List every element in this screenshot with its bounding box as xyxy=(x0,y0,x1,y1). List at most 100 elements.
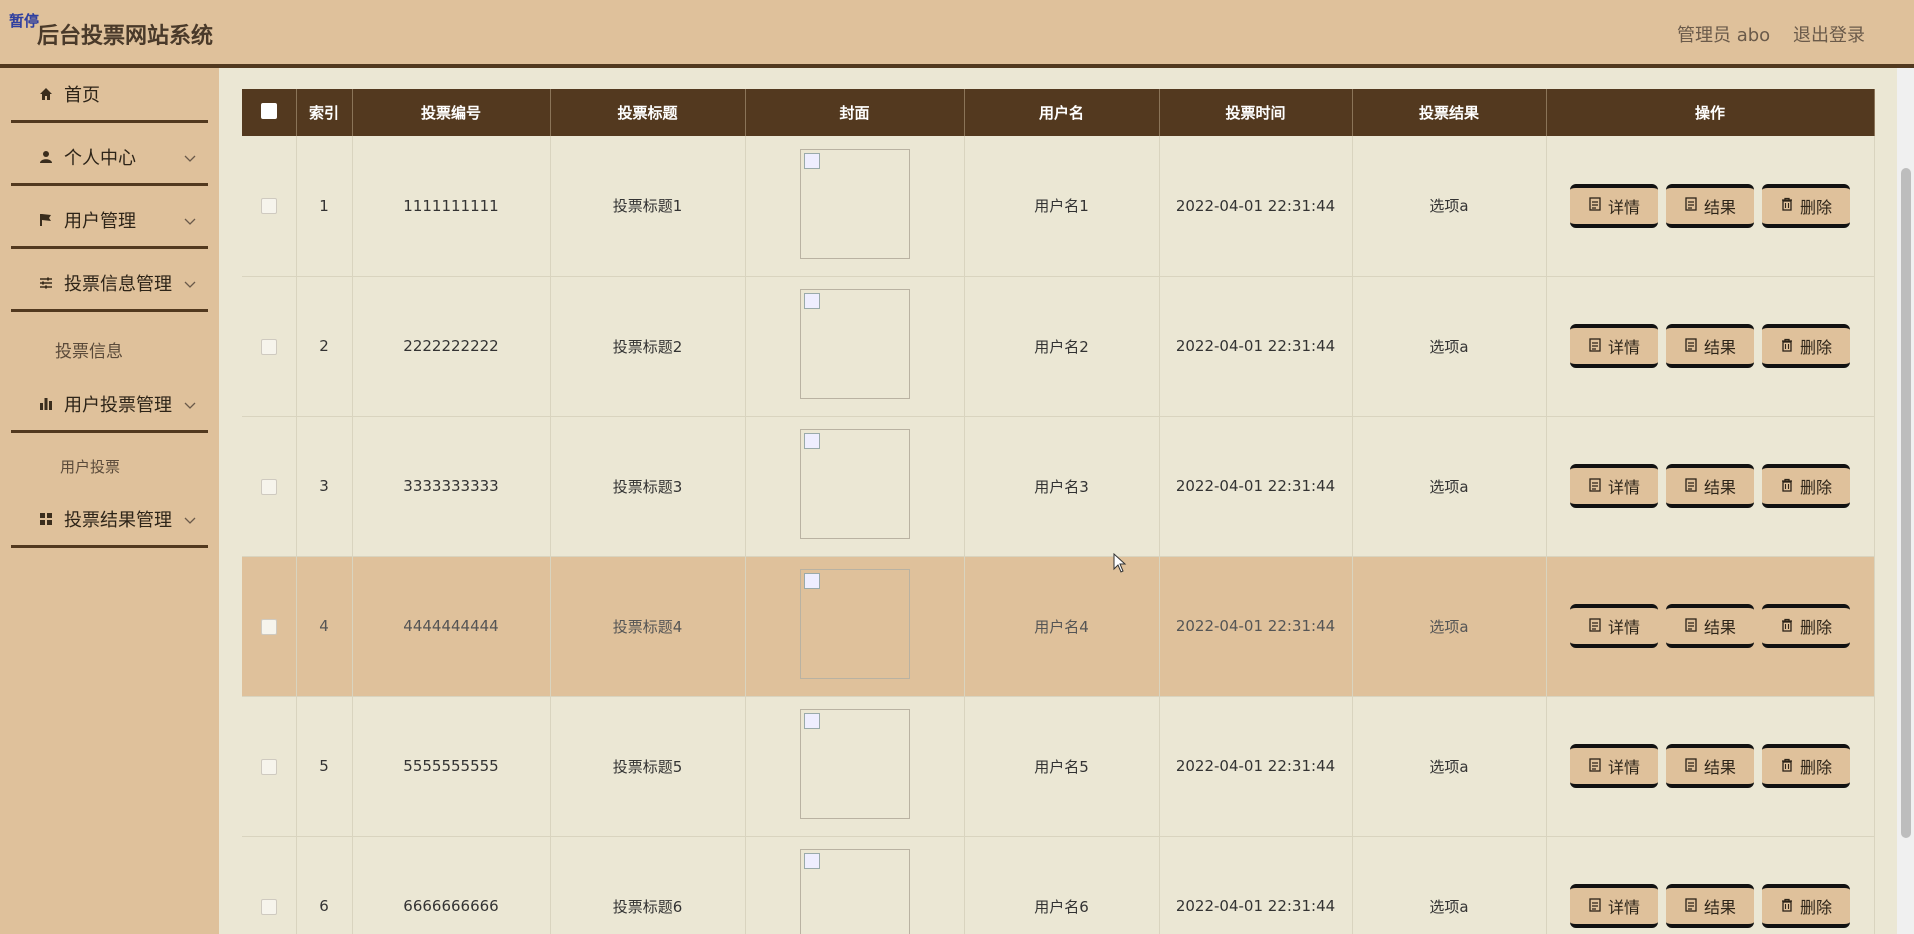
detail-button[interactable]: 详情 xyxy=(1570,884,1658,928)
result-button[interactable]: 结果 xyxy=(1666,604,1754,648)
result-button[interactable]: 结果 xyxy=(1666,884,1754,928)
broken-image-icon xyxy=(803,433,820,449)
document-icon xyxy=(1588,757,1602,776)
delete-button[interactable]: 删除 xyxy=(1762,464,1850,508)
delete-button[interactable]: 删除 xyxy=(1762,604,1850,648)
cover-image[interactable] xyxy=(799,289,910,399)
sidebar-item-home[interactable]: 首页 xyxy=(11,68,208,123)
vote-code-cell: 6666666666 xyxy=(352,836,551,934)
mouse-cursor-icon xyxy=(1113,553,1127,573)
vote-table: 索引 投票编号 投票标题 封面 用户名 投票时间 投票结果 操作 1 111111… xyxy=(242,89,1875,934)
cover-image[interactable] xyxy=(799,569,910,679)
result-button[interactable]: 结果 xyxy=(1666,324,1754,368)
broken-image-icon xyxy=(803,152,820,169)
table-row[interactable]: 3 3333333333 投票标题3 用户名3 2022-04-01 22:31:44 选… xyxy=(242,416,1875,557)
sidebar-item-user-management[interactable]: 用户管理 xyxy=(11,194,208,249)
row-select-cell[interactable] xyxy=(242,836,297,934)
row-checkbox[interactable] xyxy=(260,198,277,215)
logout-link[interactable]: 退出登录 xyxy=(1793,21,1865,47)
document-icon xyxy=(1684,617,1698,636)
sidebar-item-vote-info-management[interactable]: 投票信息管理 xyxy=(11,257,208,312)
chevron-down-icon xyxy=(184,395,196,414)
vote-time-cell: 2022-04-01 22:31:44 xyxy=(1159,416,1353,557)
row-checkbox[interactable] xyxy=(260,338,277,355)
table-row[interactable]: 5 5555555555 投票标题5 用户名5 2022-04-01 22:31:44 选… xyxy=(242,696,1875,837)
row-select-cell[interactable] xyxy=(242,556,297,697)
sidebar-subitem-vote-info[interactable]: 投票信息 xyxy=(0,327,197,367)
detail-button[interactable]: 详情 xyxy=(1570,464,1658,508)
table-row[interactable]: 2 2222222222 投票标题2 用户名2 2022-04-01 22:31:44 选… xyxy=(242,276,1875,417)
result-button[interactable]: 结果 xyxy=(1666,464,1754,508)
actions-cell: 详情 结果 删除 xyxy=(1546,276,1875,417)
sidebar-item-label: 投票信息管理 xyxy=(64,274,172,295)
table-row[interactable]: 4 4444444444 投票标题4 用户名4 2022-04-01 22:31:44 选… xyxy=(242,556,1875,697)
broken-image-icon xyxy=(803,853,820,869)
column-header: 投票时间 xyxy=(1159,89,1353,136)
vote-time-cell: 2022-04-01 22:31:44 xyxy=(1159,136,1353,277)
cover-image[interactable] xyxy=(799,849,910,934)
sidebar-subitem-user-vote[interactable]: 用户投票 xyxy=(0,446,197,486)
detail-button[interactable]: 详情 xyxy=(1570,183,1658,228)
select-all-checkbox[interactable] xyxy=(260,102,277,119)
select-all-header[interactable] xyxy=(242,89,297,136)
detail-button-label: 详情 xyxy=(1607,758,1640,777)
cover-cell xyxy=(745,556,965,697)
cover-image[interactable] xyxy=(799,148,910,259)
delete-button[interactable]: 删除 xyxy=(1762,324,1850,368)
row-checkbox[interactable] xyxy=(260,898,277,915)
vote-result-cell: 选项a xyxy=(1352,836,1547,934)
delete-button[interactable]: 删除 xyxy=(1762,183,1850,228)
result-button[interactable]: 结果 xyxy=(1666,744,1754,788)
vote-time-cell: 2022-04-01 22:31:44 xyxy=(1159,696,1353,837)
username-cell: 用户名1 xyxy=(964,136,1160,277)
detail-button-label: 详情 xyxy=(1607,338,1640,357)
vote-time-cell: 2022-04-01 22:31:44 xyxy=(1159,556,1353,697)
delete-button[interactable]: 删除 xyxy=(1762,884,1850,928)
sliders-icon xyxy=(37,274,55,292)
index-cell: 4 xyxy=(296,556,353,697)
detail-button[interactable]: 详情 xyxy=(1570,604,1658,648)
vote-title-cell: 投票标题1 xyxy=(550,136,746,277)
table-row[interactable]: 6 6666666666 投票标题6 用户名6 2022-04-01 22:31:44 选… xyxy=(242,836,1875,934)
cover-image[interactable] xyxy=(799,709,910,819)
row-select-cell[interactable] xyxy=(242,696,297,837)
cover-cell xyxy=(745,696,965,837)
detail-button[interactable]: 详情 xyxy=(1570,324,1658,368)
vote-result-cell: 选项a xyxy=(1352,556,1547,697)
document-icon xyxy=(1588,337,1602,356)
row-select-cell[interactable] xyxy=(242,416,297,557)
result-button[interactable]: 结果 xyxy=(1666,183,1754,228)
sidebar-item-personal-center[interactable]: 个人中心 xyxy=(11,131,208,186)
vote-result-cell: 选项a xyxy=(1352,416,1547,557)
sidebar-item-label: 用户投票管理 xyxy=(64,395,172,416)
detail-button[interactable]: 详情 xyxy=(1570,744,1658,788)
chevron-down-icon xyxy=(184,148,196,167)
document-icon xyxy=(1684,337,1698,356)
column-header: 投票编号 xyxy=(352,89,551,136)
document-icon xyxy=(1684,897,1698,916)
trash-icon xyxy=(1780,337,1794,356)
document-icon xyxy=(1588,477,1602,496)
row-select-cell[interactable] xyxy=(242,276,297,417)
scrollbar-thumb[interactable] xyxy=(1901,168,1911,838)
sidebar-item-label: 用户管理 xyxy=(64,211,136,232)
sidebar-item-user-vote-management[interactable]: 用户投票管理 xyxy=(11,378,208,433)
row-checkbox[interactable] xyxy=(260,478,277,495)
delete-button[interactable]: 删除 xyxy=(1762,744,1850,788)
row-select-cell[interactable] xyxy=(242,136,297,277)
username-cell: 用户名3 xyxy=(964,416,1160,557)
cover-cell xyxy=(745,416,965,557)
delete-button-label: 删除 xyxy=(1799,478,1832,497)
sidebar-item-vote-result-management[interactable]: 投票结果管理 xyxy=(11,493,208,548)
username-cell: 用户名2 xyxy=(964,276,1160,417)
cover-image[interactable] xyxy=(799,429,910,539)
document-icon xyxy=(1588,617,1602,636)
row-checkbox[interactable] xyxy=(260,758,277,775)
person-icon xyxy=(37,148,55,166)
table-row[interactable]: 1 1111111111 投票标题1 用户名1 2022-04-01 22:31:44 选… xyxy=(242,136,1875,277)
grid-icon xyxy=(37,510,55,528)
row-checkbox[interactable] xyxy=(260,618,277,635)
vote-result-cell: 选项a xyxy=(1352,136,1547,277)
delete-button-label: 删除 xyxy=(1799,338,1832,357)
chevron-down-icon xyxy=(184,274,196,293)
